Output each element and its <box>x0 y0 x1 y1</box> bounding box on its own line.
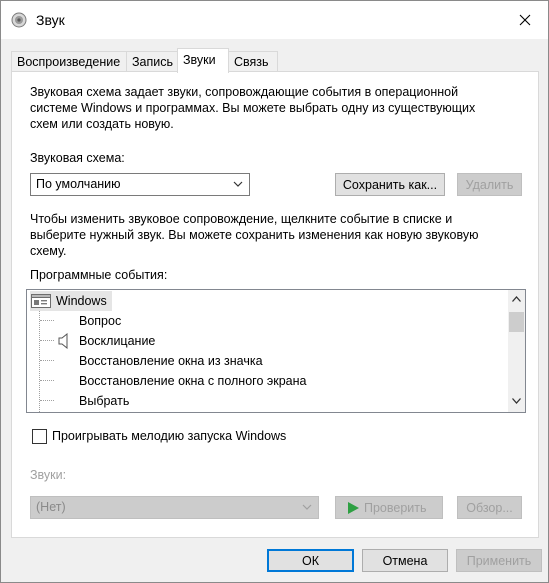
scheme-select-value: По умолчанию <box>36 177 121 191</box>
delete-button[interactable]: Удалить <box>457 173 522 196</box>
events-list[interactable]: Windows Вопрос Восклицание Восстановлени… <box>26 289 526 413</box>
ok-button[interactable]: ОК <box>267 549 354 572</box>
tab-recording[interactable]: Запись <box>126 51 182 72</box>
title-bar: Звук <box>1 1 548 39</box>
play-startup-checkbox[interactable] <box>32 429 47 444</box>
close-button[interactable] <box>502 1 548 39</box>
chevron-down-icon <box>302 504 312 510</box>
events-label: Программные события: <box>30 268 168 282</box>
speaker-icon <box>11 12 27 28</box>
tree-line <box>40 360 54 361</box>
play-icon <box>348 502 359 514</box>
tree-item-label: Windows <box>56 294 107 308</box>
sounds-select[interactable]: (Нет) <box>30 496 319 519</box>
tree-item[interactable]: Восстановление окна из значка <box>79 351 263 371</box>
tab-label: Запись <box>132 55 174 69</box>
tree-item[interactable]: Восстановление окна с полного экрана <box>79 371 306 391</box>
chevron-down-icon[interactable] <box>512 398 521 404</box>
tab-label: Связь <box>234 55 269 69</box>
apply-button[interactable]: Применить <box>456 549 542 572</box>
instructions-text: Чтобы изменить звуковое сопровождение, щ… <box>30 212 479 258</box>
test-button[interactable]: Проверить <box>335 496 443 519</box>
tab-sounds[interactable]: Звуки <box>177 48 229 73</box>
tree-line <box>40 400 54 401</box>
tree-item-windows[interactable]: Windows <box>30 291 112 311</box>
scheme-description: Звуковая схема задает звуки, сопровождаю… <box>30 85 476 131</box>
sounds-panel: Звуковая схема задает звуки, сопровождаю… <box>11 71 539 538</box>
tree-item[interactable]: Восклицание <box>79 331 155 351</box>
sounds-label: Звуки: <box>30 468 67 482</box>
tab-label: Звуки <box>183 53 216 67</box>
tree-item[interactable]: Вопрос <box>79 311 121 331</box>
tab-communications[interactable]: Связь <box>228 51 278 72</box>
play-startup-label[interactable]: Проигрывать мелодию запуска Windows <box>52 428 286 444</box>
tree-line <box>40 380 54 381</box>
window-title: Звук <box>36 12 65 28</box>
windows-folder-icon <box>31 294 51 308</box>
scrollbar-thumb[interactable] <box>509 312 524 332</box>
save-as-button[interactable]: Сохранить как... <box>335 173 445 196</box>
scheme-label: Звуковая схема: <box>30 151 125 165</box>
sounds-select-value: (Нет) <box>36 500 66 514</box>
speaker-icon <box>58 333 68 349</box>
chevron-down-icon <box>233 181 243 187</box>
tab-label: Воспроизведение <box>17 55 121 69</box>
tree-item[interactable]: Выбрать <box>79 391 129 411</box>
chevron-up-icon[interactable] <box>512 296 521 302</box>
sound-dialog: Звук Воспроизведение Запись Звуки Связь … <box>0 0 549 583</box>
browse-button[interactable]: Обзор... <box>457 496 522 519</box>
tab-playback[interactable]: Воспроизведение <box>11 51 127 72</box>
cancel-button[interactable]: Отмена <box>362 549 448 572</box>
events-scrollbar[interactable] <box>508 290 525 412</box>
tree-line <box>40 320 54 321</box>
tree-line <box>40 340 54 341</box>
scheme-select[interactable]: По умолчанию <box>30 173 250 196</box>
test-button-label: Проверить <box>364 501 427 515</box>
close-icon <box>519 14 531 26</box>
